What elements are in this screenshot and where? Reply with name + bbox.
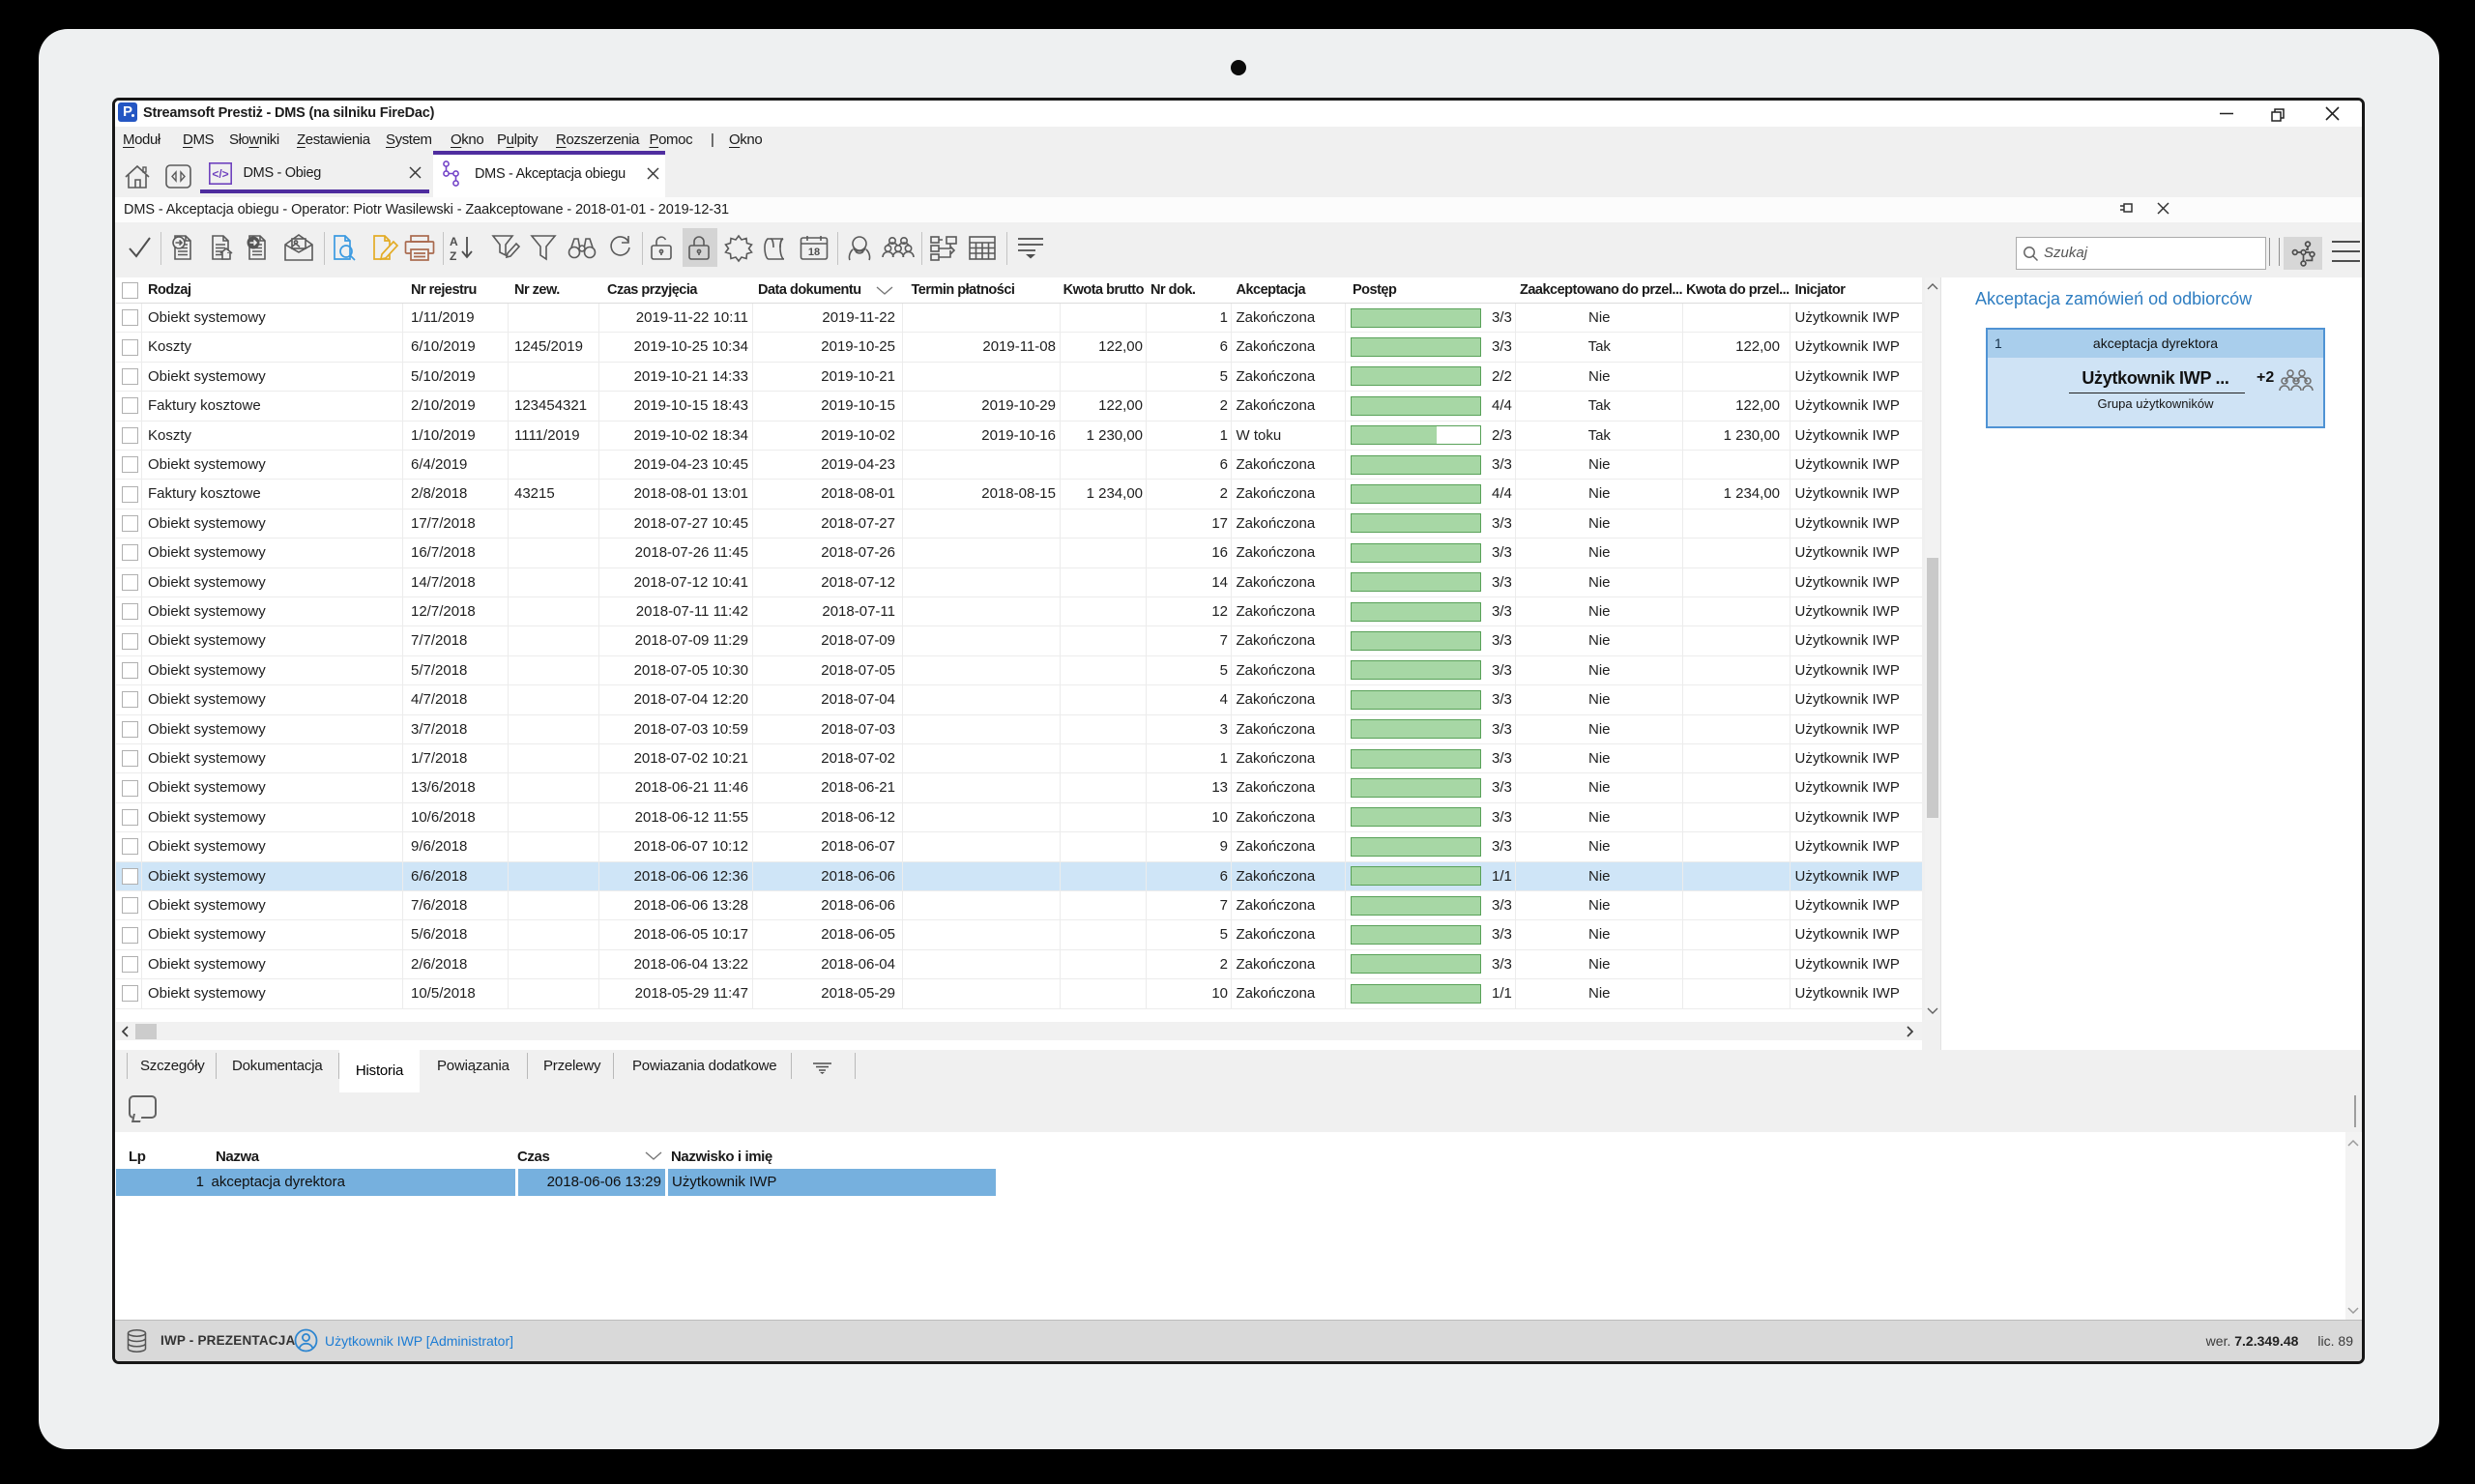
svg-text:Z: Z (450, 249, 456, 263)
svg-text:A: A (450, 235, 458, 248)
svg-text:18: 18 (807, 247, 819, 258)
svg-text:</>: </> (212, 167, 228, 181)
